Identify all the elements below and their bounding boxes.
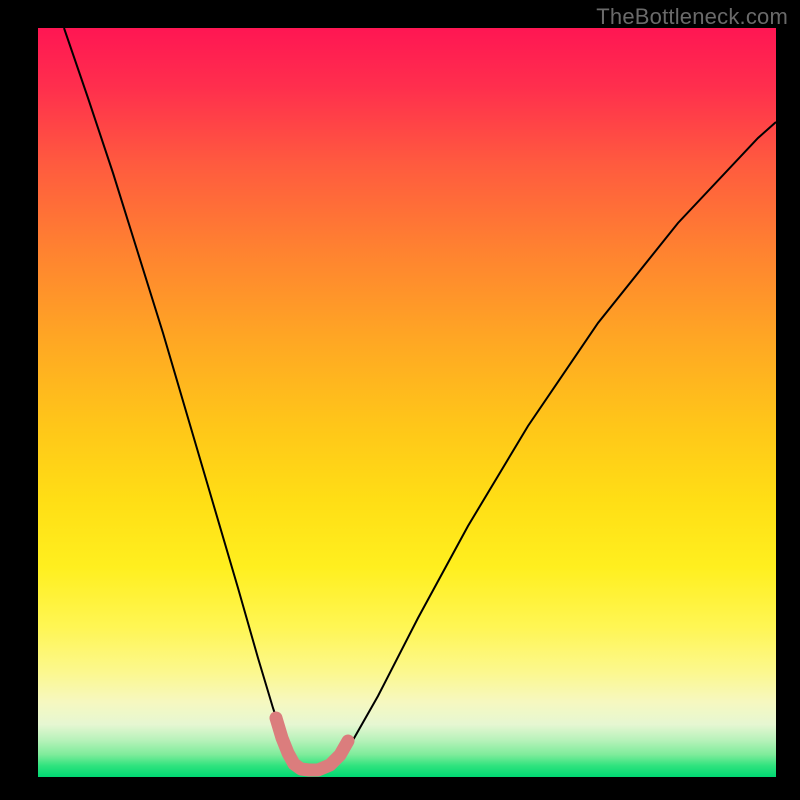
watermark-text: TheBottleneck.com bbox=[596, 4, 788, 30]
curve-svg bbox=[38, 28, 776, 777]
bottleneck-curve bbox=[64, 28, 776, 770]
highlight-segment bbox=[276, 718, 348, 770]
chart-frame: TheBottleneck.com bbox=[0, 0, 800, 800]
plot-area bbox=[38, 28, 776, 777]
